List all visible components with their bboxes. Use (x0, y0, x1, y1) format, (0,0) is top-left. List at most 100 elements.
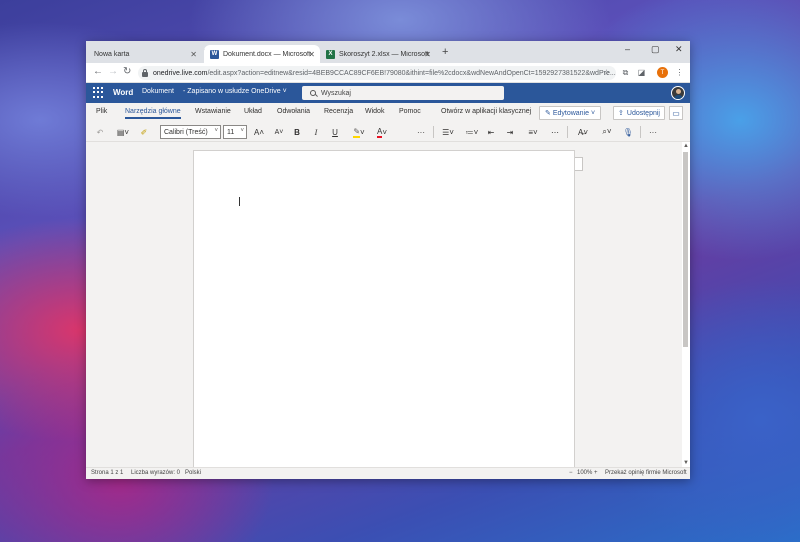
close-tab-icon[interactable]: ✕ (308, 50, 315, 59)
scroll-thumb[interactable] (683, 152, 688, 347)
dictate-icon[interactable]: 🎙 (622, 125, 634, 139)
text-caret (239, 197, 240, 206)
vertical-scrollbar[interactable]: ▲ ▼ (682, 142, 690, 467)
word-app-bar: Word Dokument - Zapisano w usłudze OneDr… (86, 83, 690, 103)
italic-button[interactable]: I (310, 125, 322, 139)
underline-button[interactable]: U (329, 125, 341, 139)
font-name-select[interactable]: Calibri (Treść) ˅ (160, 125, 221, 139)
styles-icon[interactable]: A̶˅ (573, 125, 593, 139)
more-options-button[interactable]: ··· (414, 125, 428, 139)
url-domain: onedrive.live.com (153, 69, 208, 77)
browser-window: Nowa karta ✕ W Dokument.docx — Microsoft… (86, 41, 690, 479)
tab-new-tab[interactable]: Nowa karta ✕ (88, 45, 202, 63)
more-paragraph-icon[interactable]: ⋯ (549, 125, 561, 139)
chevron-down-icon: ˅ (214, 128, 218, 134)
tab-layout[interactable]: Układ (244, 108, 262, 115)
font-name-value: Calibri (Treść) (164, 128, 208, 136)
chevron-down-icon: ˅ (240, 128, 244, 134)
scroll-down-icon[interactable]: ▼ (683, 460, 689, 466)
new-tab-button[interactable]: + (442, 46, 448, 58)
url-path: /edit.aspx?action=editnew&resid=4BEB9CCA… (207, 69, 616, 77)
lock-icon (142, 68, 148, 77)
find-icon[interactable]: ⌕˅ (597, 125, 617, 139)
tab-review[interactable]: Recenzja (324, 108, 353, 115)
editing-mode-button[interactable]: ✎ Edytowanie ˅ (539, 106, 601, 120)
tab-word-document[interactable]: W Dokument.docx — Microsoft Wo ✕ (204, 45, 320, 63)
avatar[interactable] (671, 86, 685, 100)
paste-icon[interactable]: ▤˅ (114, 125, 132, 139)
tab-view[interactable]: Widok (365, 108, 384, 115)
close-icon[interactable]: ✕ (675, 44, 683, 55)
grow-font-button[interactable]: A˄ (252, 125, 266, 139)
page-marker (575, 157, 583, 171)
pencil-icon: ✎ (544, 110, 551, 117)
excel-icon: X (326, 49, 335, 59)
document-canvas (86, 142, 682, 470)
word-count[interactable]: Liczba wyrazów: 0 (131, 470, 180, 476)
zoom-level[interactable]: 100% (577, 470, 592, 476)
align-icon[interactable]: ≡˅ (523, 125, 543, 139)
tab-title: Skoroszyt 2.xlsx — Microsoft Exc (339, 50, 429, 58)
font-color-icon[interactable]: A ˅ (372, 125, 392, 139)
toolbar-separator (640, 126, 641, 138)
tab-strip: Nowa karta ✕ W Dokument.docx — Microsoft… (86, 41, 690, 63)
toolbar-separator (567, 126, 568, 138)
numbering-icon[interactable]: ≔˅ (462, 125, 482, 139)
editing-mode-label: Edytowanie ˅ (552, 109, 596, 117)
reload-icon[interactable]: ↻ (123, 66, 131, 77)
tab-file[interactable]: Plik (96, 108, 107, 115)
share-label: Udostępnij (626, 109, 660, 117)
app-launcher-icon[interactable] (93, 87, 104, 98)
save-status[interactable]: - Zapisano w usłudze OneDrive ˅ (183, 88, 287, 95)
highlight-icon[interactable]: ✎ ˅ (349, 125, 369, 139)
format-painter-icon[interactable]: ✐ (138, 125, 150, 139)
tab-help[interactable]: Pomoc (399, 108, 421, 115)
increase-indent-icon[interactable]: ⇥ (504, 125, 516, 139)
translate-icon[interactable]: ⧉ (620, 67, 631, 78)
menu-icon[interactable]: ⋮ (674, 67, 685, 78)
bullets-icon[interactable]: ☰˅ (438, 125, 458, 139)
feedback-link[interactable]: Przekaż opinię firmie Microsoft (605, 470, 687, 476)
tab-title: Dokument.docx — Microsoft Wo (223, 50, 313, 58)
more-icon[interactable]: ··· (645, 125, 661, 139)
document-page[interactable] (193, 150, 575, 470)
close-tab-icon[interactable]: ✕ (424, 50, 431, 59)
document-name[interactable]: Dokument (142, 88, 174, 95)
font-size-select[interactable]: 11 ˅ (223, 125, 247, 139)
status-bar: Strona 1 z 1 Liczba wyrazów: 0 Polski − … (86, 467, 690, 479)
tab-insert[interactable]: Wstawianie (195, 108, 231, 115)
star-icon[interactable]: ☆ (601, 67, 612, 78)
comment-icon[interactable]: ▭ (669, 106, 683, 120)
search-input[interactable]: Wyszukaj (302, 86, 504, 100)
app-name[interactable]: Word (113, 88, 133, 97)
tab-references[interactable]: Odwołania (277, 108, 310, 115)
share-icon: ⇪ (618, 110, 624, 117)
open-in-desktop-app[interactable]: Otwórz w aplikacji klasycznej (441, 108, 531, 115)
extension-icon[interactable]: ◪ (636, 67, 647, 78)
tab-home[interactable]: Narzędzia główne (125, 108, 181, 119)
address-bar[interactable]: onedrive.live.com /edit.aspx?action=edit… (138, 66, 616, 80)
tab-title: Nowa karta (94, 50, 130, 58)
share-button[interactable]: ⇪ Udostępnij (613, 106, 665, 120)
shrink-font-button[interactable]: A˅ (272, 125, 286, 139)
scroll-up-icon[interactable]: ▲ (683, 143, 689, 149)
decrease-indent-icon[interactable]: ⇤ (485, 125, 497, 139)
back-icon[interactable]: ← (93, 66, 103, 77)
zoom-in-button[interactable]: + (594, 470, 598, 476)
undo-icon[interactable]: ↶ (92, 125, 108, 139)
close-tab-icon[interactable]: ✕ (190, 50, 197, 59)
address-row: ← → ↻ onedrive.live.com /edit.aspx?actio… (86, 63, 690, 83)
maximize-icon[interactable]: ▢ (651, 44, 660, 55)
forward-icon[interactable]: → (108, 66, 118, 77)
toolbar-separator (433, 126, 434, 138)
profile-icon[interactable]: T (657, 67, 668, 78)
tab-excel-workbook[interactable]: X Skoroszyt 2.xlsx — Microsoft Exc ✕ (320, 45, 436, 63)
word-icon: W (210, 49, 219, 59)
bold-button[interactable]: B (291, 125, 303, 139)
zoom-out-button[interactable]: − (569, 470, 573, 476)
language[interactable]: Polski (185, 470, 201, 476)
home-toolbar: ↶ ▤˅ ✐ Calibri (Treść) ˅ 11 ˅ A˄ A˅ B I … (86, 122, 690, 142)
ribbon-tabs: Plik Narzędzia główne Wstawianie Układ O… (86, 103, 690, 122)
minimize-icon[interactable]: – (625, 44, 630, 54)
page-count[interactable]: Strona 1 z 1 (91, 470, 123, 476)
